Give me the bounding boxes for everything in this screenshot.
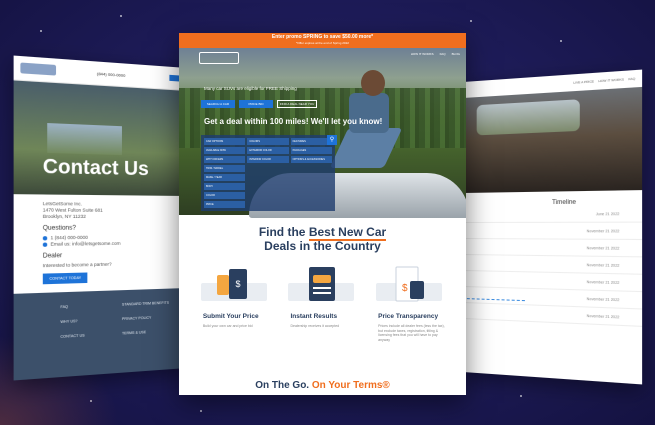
promo-text: Enter promo SPRING to save $50.00 more* — [179, 34, 466, 41]
nav-link[interactable]: HOW IT WORKS — [598, 77, 624, 83]
site-logo[interactable] — [199, 52, 239, 64]
shipping-note: Many car SUVs are eligible for FREE Ship… — [204, 86, 297, 91]
table-row: November 21 2022 — [463, 223, 642, 240]
search-icon: ⚲ — [330, 137, 334, 143]
filter-option[interactable]: WITH OFFERS — [204, 156, 245, 163]
date-cell: November 21 2022 — [587, 280, 620, 285]
questions-heading: Questions? — [43, 225, 162, 232]
footer-link[interactable]: PRIVACY POLICY — [122, 316, 151, 321]
homepage-mockup: Enter promo SPRING to save $50.00 more* … — [179, 33, 466, 395]
heading-part: Find the — [259, 225, 309, 239]
email-row: Email us: info@letsgetsome.com — [43, 240, 162, 248]
car-document-icon — [282, 265, 362, 309]
date-cell: November 21 2022 — [587, 314, 620, 320]
windshield-view — [477, 99, 580, 135]
receipt-icon: $ — [370, 265, 450, 309]
feature-title: Instant Results — [282, 313, 362, 320]
nav-how-it-works[interactable]: HOW IT WORKS — [411, 52, 434, 56]
filter-option[interactable]: INTERIOR COLOR — [247, 156, 288, 163]
feature-desc: Dealership receives it accepted — [282, 324, 362, 329]
date-cell: November 21 2022 — [587, 246, 620, 251]
feature-item: $ Price Transparency Prices include all … — [370, 265, 450, 342]
bottom-heading: On The Go. On Your Terms® — [179, 380, 466, 391]
footer: FAQ STANDARD TRIM BENEFITS WHY US? PRIVA… — [14, 288, 187, 380]
footer-link[interactable]: WHY US? — [60, 319, 77, 324]
promo-banner[interactable]: Enter promo SPRING to save $50.00 more* … — [179, 33, 466, 48]
search-button[interactable]: ⚲ — [327, 135, 337, 145]
header-phone: (844) 000-0000 — [97, 70, 126, 77]
price-tag-icon: $ — [195, 265, 275, 309]
hero-image: Contact Us — [14, 80, 187, 196]
feature-item: $ Submit Your Price Build your own car a… — [195, 265, 275, 342]
filter-option[interactable]: PACKAGES — [291, 147, 332, 154]
date-cell: June 21 2022 — [596, 212, 620, 216]
feature-title: Price Transparency — [370, 313, 450, 320]
filter-column-features: FEATURES PACKAGES OPTIONS & ACCESSORIES — [291, 138, 332, 208]
date-cell: November 21 2022 — [587, 297, 620, 302]
email-icon — [43, 243, 47, 247]
tab-find-deal[interactable]: FIND A DEAL NEAR YOU — [277, 100, 317, 108]
nav-blog[interactable]: BLOG — [452, 52, 460, 56]
footer-link[interactable]: FAQ — [60, 305, 68, 310]
phone-icon — [43, 236, 47, 240]
heading-highlight: On Your Terms® — [312, 380, 390, 391]
nav-link[interactable]: LIVE A PRICE — [573, 79, 594, 85]
contact-page-mockup: (844) 000-0000 Contact Us LetsGetSome In… — [14, 56, 187, 381]
filter-option[interactable]: EXTERIOR COLOR — [247, 147, 288, 154]
filter-panel: CAR OPTIONS AVAILABLE NOW WITH OFFERS TR… — [201, 135, 335, 211]
hero-section: HOW IT WORKS FAQ BLOG Many car SUVs are … — [179, 48, 466, 215]
filter-option[interactable]: MAKE / YEAR — [204, 174, 245, 181]
feature-title: Submit Your Price — [195, 313, 275, 320]
feature-desc: Build your own car and price bid — [195, 324, 275, 329]
person-body — [349, 93, 389, 133]
top-navbar: HOW IT WORKS FAQ BLOG — [411, 52, 460, 56]
table-row: June 21 2022 — [463, 205, 642, 223]
filter-column-options: CAR OPTIONS AVAILABLE NOW WITH OFFERS TR… — [204, 138, 245, 208]
nav-faq[interactable]: FAQ — [440, 52, 446, 56]
tab-price-bid[interactable]: PRICE BID — [239, 100, 273, 108]
svg-text:$: $ — [402, 283, 408, 294]
heading-part: Deals in the Country — [264, 239, 381, 253]
dealer-text: Interested to become a partner? — [43, 261, 162, 270]
promo-subtext: *Offer expires at the end of Spring 2022 — [179, 41, 466, 45]
filter-option[interactable]: FEATURES — [291, 138, 332, 145]
tab-search-a-car[interactable]: SEARCH A CAR — [201, 100, 235, 108]
email-link[interactable]: Email us: info@letsgetsome.com — [51, 241, 121, 248]
site-logo[interactable] — [20, 62, 56, 75]
contact-today-button[interactable]: CONTACT TODAY — [43, 272, 88, 284]
filter-option[interactable]: PRICE — [204, 201, 245, 208]
nav-link[interactable]: FAQ — [628, 77, 635, 82]
windshield-view — [47, 123, 122, 155]
page-title: Contact Us — [43, 156, 149, 181]
feature-item: Instant Results Dealership receives it a… — [282, 265, 362, 342]
footer-link[interactable]: CONTACT US — [60, 333, 84, 339]
svg-text:$: $ — [235, 279, 240, 289]
footer-link[interactable]: STANDARD TRIM BENEFITS — [122, 301, 169, 307]
filter-option[interactable]: OPTIONS & ACCESSORIES — [291, 156, 332, 163]
filter-option[interactable]: COLOR — [204, 192, 245, 199]
date-cell: November 21 2022 — [587, 229, 620, 233]
section-heading: Find the Best New Car Deals in the Count… — [179, 225, 466, 253]
person-head — [361, 70, 385, 96]
filter-option[interactable]: BODY — [204, 183, 245, 190]
timeline-page-mockup: LIVE A PRICE HOW IT WORKS FAQ Timeline J… — [463, 70, 642, 385]
dealer-heading: Dealer — [43, 251, 162, 259]
filter-option[interactable]: COLORS — [247, 138, 288, 145]
heading-part: On The Go. — [255, 380, 312, 391]
hero-image — [463, 87, 642, 193]
address-line-3: Brooklyn, NY 11232 — [43, 214, 162, 220]
filter-option[interactable]: TRIM / MODEL — [204, 165, 245, 172]
filter-option[interactable]: AVAILABLE NOW — [204, 147, 245, 154]
hero-headline: Get a deal within 100 miles! We'll let y… — [204, 117, 382, 126]
filter-column-colors: COLORS EXTERIOR COLOR INTERIOR COLOR — [247, 138, 288, 208]
timeline-heading: Timeline — [463, 190, 642, 207]
filter-option[interactable]: CAR OPTIONS — [204, 138, 245, 145]
feature-list: $ Submit Your Price Build your own car a… — [179, 265, 466, 342]
search-tabs: SEARCH A CAR PRICE BID FIND A DEAL NEAR … — [201, 100, 317, 108]
contact-info: LetsGetSome Inc. 1470 West Fulton Suite … — [14, 194, 187, 291]
footer-link[interactable]: TERMS & USE — [122, 330, 146, 335]
date-cell: November 21 2022 — [587, 263, 620, 268]
feature-desc: Prices include all dealer fees (less the… — [370, 324, 450, 342]
